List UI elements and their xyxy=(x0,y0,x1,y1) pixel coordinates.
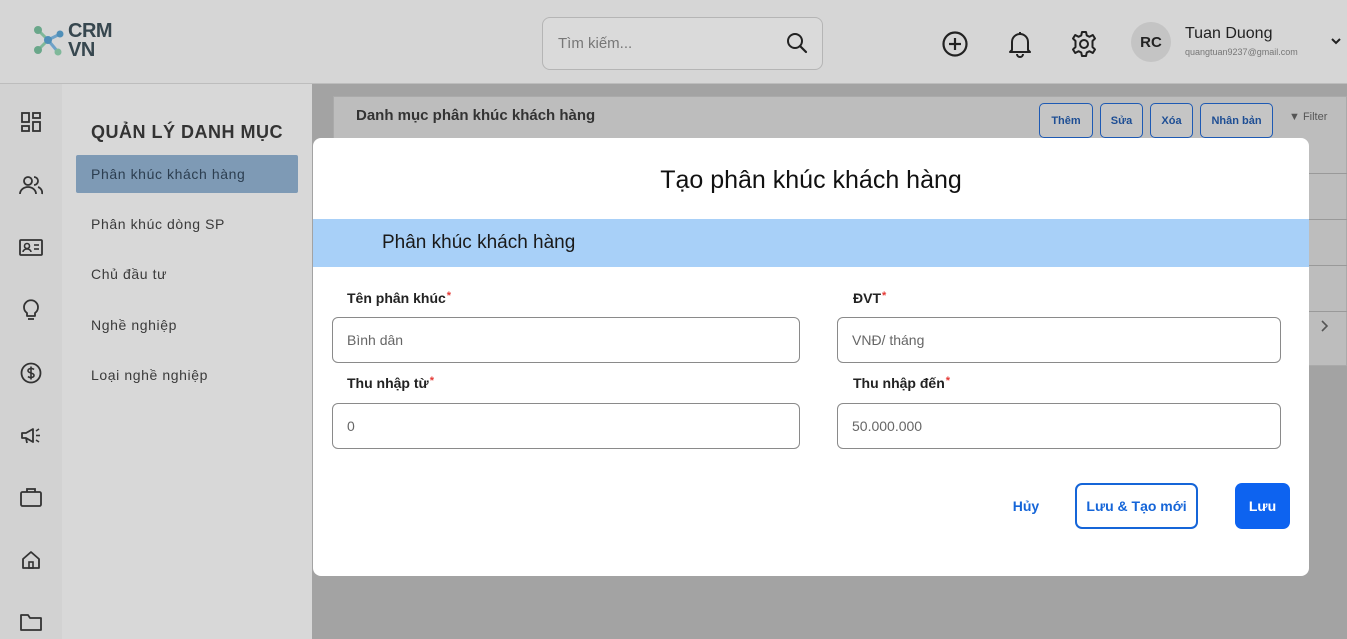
chevron-right-icon[interactable] xyxy=(1318,319,1330,338)
app-logo[interactable]: CRM VN xyxy=(30,20,113,62)
add-circle-icon[interactable] xyxy=(940,29,970,59)
create-segment-modal: Tạo phân khúc khách hàng Phân khúc khách… xyxy=(313,138,1309,576)
delete-button[interactable]: Xóa xyxy=(1150,103,1193,138)
unit-placeholder: VNĐ/ tháng xyxy=(852,332,925,348)
megaphone-icon[interactable] xyxy=(19,423,43,447)
income-from-input[interactable]: 0 xyxy=(332,403,800,449)
sidebar-title: QUẢN LÝ DANH MỤC xyxy=(91,122,283,142)
avatar[interactable]: RC xyxy=(1131,22,1171,62)
briefcase-icon[interactable] xyxy=(19,485,43,509)
income-to-input[interactable]: 50.000.000 xyxy=(837,403,1281,449)
save-button[interactable]: Lưu xyxy=(1235,483,1290,529)
required-mark: * xyxy=(882,290,887,302)
contact-card-icon[interactable] xyxy=(19,235,43,259)
duplicate-button[interactable]: Nhân bản xyxy=(1200,103,1273,138)
segment-name-label: Tên phân khúc* xyxy=(347,290,451,306)
chevron-down-icon[interactable] xyxy=(1329,34,1343,53)
save-and-new-button[interactable]: Lưu & Tạo mới xyxy=(1075,483,1198,529)
modal-title: Tạo phân khúc khách hàng xyxy=(660,166,962,194)
income-from-placeholder: 0 xyxy=(347,418,355,434)
bell-icon[interactable] xyxy=(1005,29,1035,59)
add-button[interactable]: Thêm xyxy=(1039,103,1093,138)
unit-label-text: ĐVT xyxy=(853,290,881,306)
income-to-label-text: Thu nhập đến xyxy=(853,375,945,391)
income-to-label: Thu nhập đến* xyxy=(853,375,950,391)
income-to-placeholder: 50.000.000 xyxy=(852,418,923,434)
top-bar: CRM VN Tìm kiếm... RC Tuan Duong quangtu… xyxy=(0,0,1347,84)
search-input[interactable]: Tìm kiếm... xyxy=(558,35,632,52)
section-header: Phân khúc khách hàng xyxy=(313,219,1309,267)
filter-label: Filter xyxy=(1302,111,1328,123)
logo-mark-icon xyxy=(30,20,66,62)
page-title: Danh mục phân khúc khách hàng xyxy=(356,107,596,124)
icon-rail xyxy=(0,84,62,639)
segment-name-label-text: Tên phân khúc xyxy=(347,290,446,306)
segment-name-input[interactable]: Bình dân xyxy=(332,317,800,363)
unit-label: ĐVT* xyxy=(853,290,886,306)
dollar-icon[interactable] xyxy=(19,361,43,385)
sidebar-item-customer-segment[interactable]: Phân khúc khách hàng xyxy=(76,155,298,193)
folder-icon[interactable] xyxy=(19,610,43,634)
required-mark: * xyxy=(945,375,951,387)
section-label: Phân khúc khách hàng xyxy=(382,232,576,253)
search-box[interactable]: Tìm kiếm... xyxy=(542,17,823,70)
sidebar-item-product-segment[interactable]: Phân khúc dòng SP xyxy=(76,205,298,243)
required-mark: * xyxy=(429,375,434,387)
edit-button[interactable]: Sửa xyxy=(1100,103,1143,138)
required-mark: * xyxy=(446,290,452,302)
logo-text-line2: VN xyxy=(68,39,95,61)
income-from-label-text: Thu nhập từ xyxy=(347,375,429,391)
home-icon[interactable] xyxy=(19,548,43,572)
user-name[interactable]: Tuan Duong xyxy=(1185,25,1272,43)
sidebar: QUẢN LÝ DANH MỤC Phân khúc khách hàng Ph… xyxy=(62,84,312,639)
cancel-button[interactable]: Hủy xyxy=(1001,483,1051,529)
income-from-label: Thu nhập từ* xyxy=(347,375,434,391)
sidebar-item-occupation[interactable]: Nghề nghiệp xyxy=(76,306,298,344)
sidebar-item-investor[interactable]: Chủ đầu tư xyxy=(76,255,298,293)
user-email: quangtuan9237@gmail.com xyxy=(1185,47,1298,57)
dashboard-icon[interactable] xyxy=(19,110,43,134)
users-icon[interactable] xyxy=(19,173,43,197)
gear-icon[interactable] xyxy=(1069,29,1099,59)
lightbulb-icon[interactable] xyxy=(19,298,43,322)
filter-button[interactable]: ▼ Filter xyxy=(1289,111,1327,123)
filter-icon: ▼ xyxy=(1289,111,1300,123)
unit-input[interactable]: VNĐ/ tháng xyxy=(837,317,1281,363)
segment-name-placeholder: Bình dân xyxy=(347,332,404,348)
sidebar-item-occupation-type[interactable]: Loại nghề nghiệp xyxy=(76,356,298,394)
search-icon[interactable] xyxy=(786,32,808,59)
